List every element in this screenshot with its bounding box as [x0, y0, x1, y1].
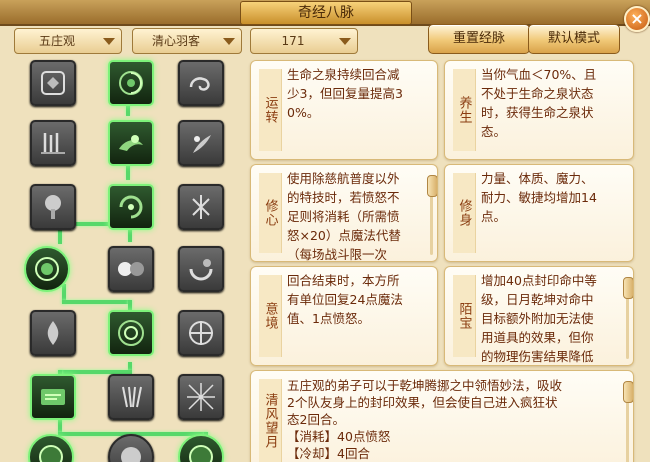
skill-node[interactable] — [108, 310, 154, 356]
card-scrollbar[interactable] — [623, 277, 633, 359]
skill-node[interactable] — [178, 310, 224, 356]
card-description: 使用除慈航普度以外 的特技时，若愤怒不 足则将消耗（所需愤 怒×20）点魔法代替 （每场… — [287, 171, 401, 262]
card-description: 生命之泉持续回合减 少3，但回复量提高3 0%。 — [287, 67, 403, 120]
school-value: 清心羽客 — [151, 34, 200, 48]
scroll-thumb[interactable] — [623, 381, 633, 403]
scroll-thumb[interactable] — [623, 277, 633, 299]
skill-detail-card[interactable]: 清风望月 五庄观的弟子可以于乾坤腾挪之中领悟妙法，吸收 2个队友身上的封印效果，但… — [250, 370, 634, 462]
card-scrollbar[interactable] — [427, 175, 437, 255]
skill-node[interactable] — [178, 246, 224, 292]
skill-tree — [14, 56, 246, 462]
trait-card-yangsheng[interactable]: 养生 当你气血＜70%、且 不处于生命之泉状态 时，获得生命之泉状 态。 — [444, 60, 634, 160]
card-description: 回合结束时，本方所 有单位回复24点魔法 值、1点愤怒。 — [287, 273, 403, 326]
card-tag: 养生 — [453, 69, 476, 151]
skill-node[interactable] — [108, 60, 154, 106]
chevron-down-icon — [339, 38, 351, 45]
title-bar[interactable]: 奇经八脉 — [0, 0, 650, 26]
window-title: 奇经八脉 — [240, 1, 412, 25]
faction-dropdown[interactable]: 五庄观 — [14, 28, 122, 54]
card-scrollbar[interactable] — [623, 381, 633, 462]
school-dropdown[interactable]: 清心羽客 — [132, 28, 242, 54]
skill-node[interactable] — [30, 374, 76, 420]
card-tag: 运转 — [259, 69, 282, 151]
skill-node[interactable] — [108, 374, 154, 420]
trait-card-mobao[interactable]: 陌宝 增加40点封印命中等 级，日月乾坤对命中 目标额外附加无法使 用道具的效果，但你… — [444, 266, 634, 366]
trait-card-xiuxin[interactable]: 修心 使用除慈航普度以外 的特技时，若愤怒不 足则将消耗（所需愤 怒×20）点魔法代替… — [250, 164, 438, 262]
trait-card-xiushen[interactable]: 修身 力量、体质、魔力、 耐力、敏捷均增加14 点。 — [444, 164, 634, 262]
skill-node[interactable] — [30, 310, 76, 356]
skill-node[interactable] — [178, 184, 224, 230]
level-value: 171 — [281, 34, 305, 48]
skill-node[interactable] — [28, 434, 74, 462]
reset-meridian-button[interactable]: 重置经脉 — [428, 24, 530, 54]
faction-value: 五庄观 — [38, 34, 75, 48]
skill-node[interactable] — [178, 60, 224, 106]
trait-card-yijing[interactable]: 意境 回合结束时，本方所 有单位回复24点魔法 值、1点愤怒。 — [250, 266, 438, 366]
card-tag: 修身 — [453, 173, 476, 253]
card-tag: 清风望月 — [259, 379, 282, 462]
skill-node[interactable] — [30, 120, 76, 166]
level-dropdown[interactable]: 171 — [250, 28, 358, 54]
chevron-down-icon — [223, 38, 235, 45]
card-description: 当你气血＜70%、且 不处于生命之泉状态 时，获得生命之泉状 态。 — [481, 67, 597, 139]
path-link — [62, 300, 132, 304]
trait-card-yunzhuan[interactable]: 运转 生命之泉持续回合减 少3，但回复量提高3 0%。 — [250, 60, 438, 160]
card-description: 增加40点封印命中等 级，日月乾坤对命中 目标额外附加无法使 用道具的效果，但你 的物理… — [481, 273, 597, 364]
default-mode-button[interactable]: 默认模式 — [528, 24, 620, 54]
skill-node[interactable] — [178, 374, 224, 420]
card-tag: 陌宝 — [453, 275, 476, 357]
skill-node[interactable] — [108, 184, 154, 230]
close-icon[interactable]: × — [624, 6, 650, 32]
card-description: 力量、体质、魔力、 耐力、敏捷均增加14 点。 — [481, 171, 597, 224]
skill-node[interactable] — [108, 120, 154, 166]
skill-description: 五庄观的弟子可以于乾坤腾挪之中领悟妙法，吸收 2个队友身上的封印效果，但会使自己进… — [287, 378, 563, 461]
scroll-thumb[interactable] — [427, 175, 437, 197]
skill-node[interactable] — [30, 184, 76, 230]
skill-node[interactable] — [24, 246, 70, 292]
card-tag: 意境 — [259, 275, 282, 357]
card-tag: 修心 — [259, 173, 282, 253]
skill-node[interactable] — [178, 434, 224, 462]
skill-node[interactable] — [178, 120, 224, 166]
chevron-down-icon — [103, 38, 115, 45]
meridian-window: 奇经八脉 × 五庄观 清心羽客 171 重置经脉 默认模式 运转 生命之泉持续回… — [0, 0, 650, 462]
skill-node[interactable] — [30, 60, 76, 106]
skill-node[interactable] — [108, 434, 154, 462]
skill-node[interactable] — [108, 246, 154, 292]
